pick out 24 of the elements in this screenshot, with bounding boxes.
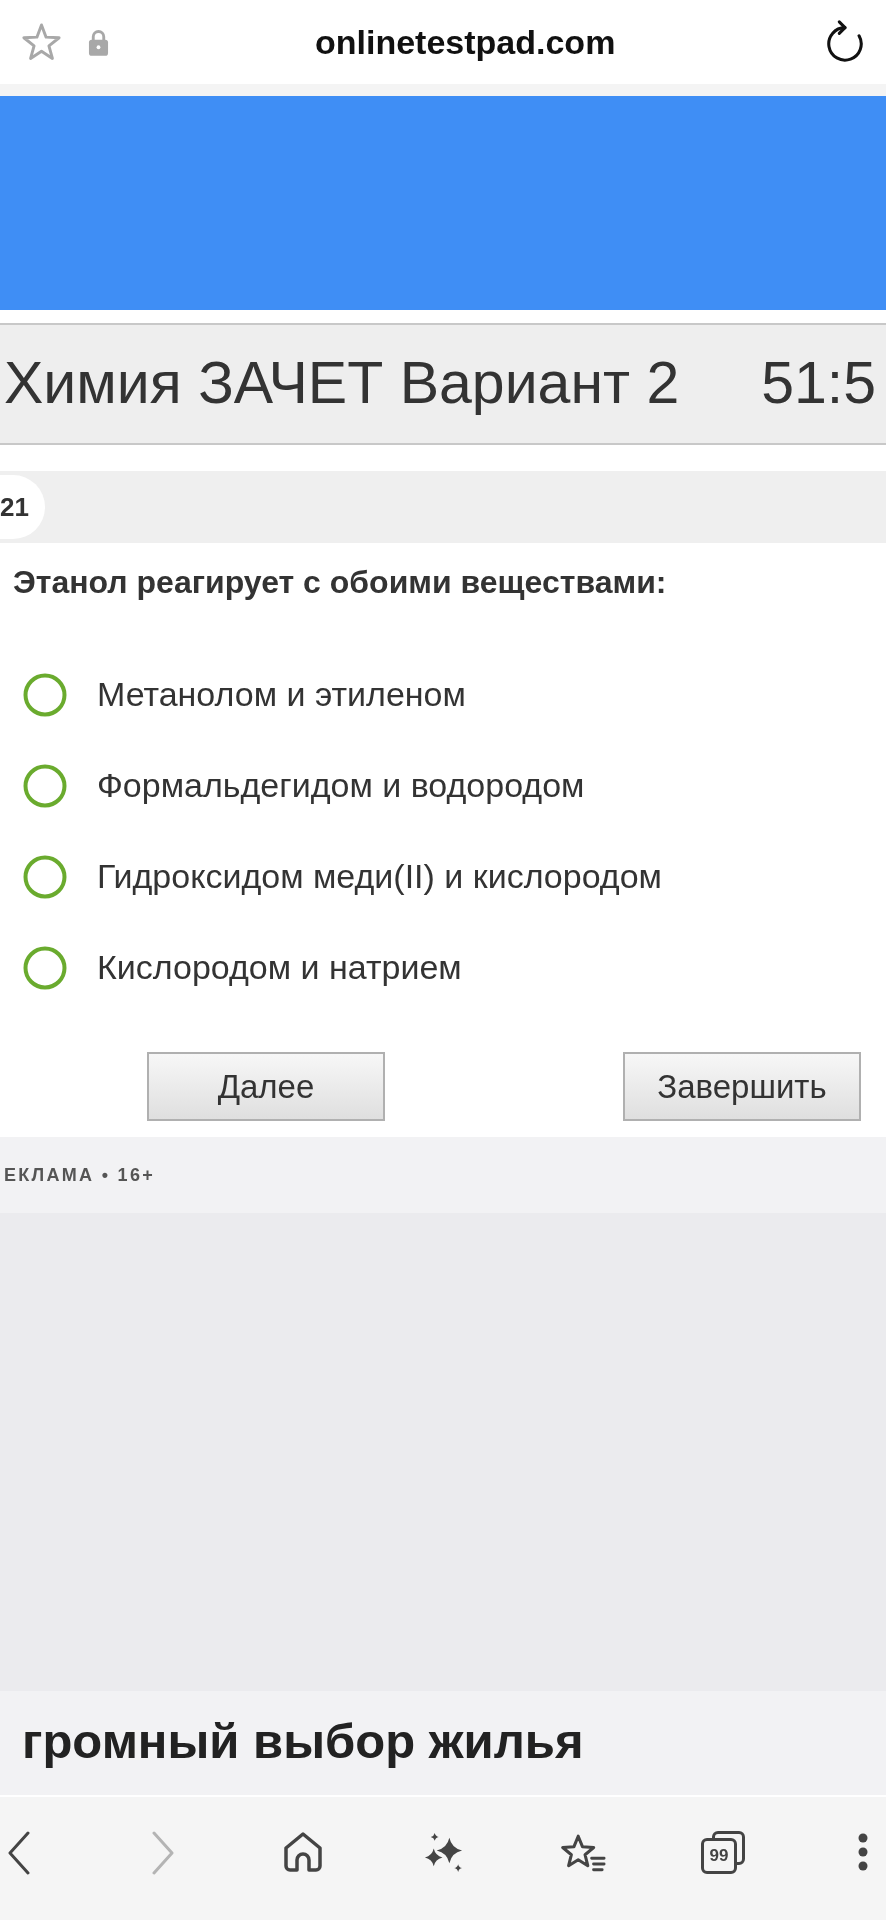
radio-button[interactable] — [23, 763, 67, 808]
bookmark-star-icon[interactable] — [20, 22, 63, 62]
question-number: 21 — [0, 475, 45, 539]
radio-button[interactable] — [23, 854, 67, 899]
reload-icon[interactable] — [824, 19, 866, 63]
next-button[interactable]: Далее — [147, 1052, 385, 1121]
ad-heading[interactable]: громный выбор жилья — [22, 1712, 584, 1770]
more-options-icon[interactable] — [857, 1833, 869, 1871]
option-label[interactable]: Кислородом и натрием — [97, 948, 462, 987]
finish-button[interactable]: Завершить — [623, 1052, 861, 1121]
radio-button[interactable] — [23, 945, 67, 990]
option-label[interactable]: Гидроксидом меди(II) и кислородом — [97, 857, 662, 896]
option-label[interactable]: Метанолом и этиленом — [97, 675, 466, 714]
question-text: Этанол реагирует с обоими веществами: — [12, 565, 667, 599]
timer: 51:5 — [761, 350, 876, 418]
home-icon[interactable] — [282, 1831, 324, 1873]
test-title: Химия ЗАЧЕТ Вариант 2 — [4, 350, 680, 418]
lock-icon — [88, 27, 109, 57]
sparkle-icon[interactable] — [422, 1831, 464, 1874]
option-label[interactable]: Формальдегидом и водородом — [97, 766, 585, 805]
ad-label: ЕКЛАМА • 16+ — [4, 1164, 156, 1186]
back-icon[interactable] — [7, 1831, 31, 1875]
radio-button[interactable] — [23, 672, 67, 717]
url-text[interactable]: onlinetestpad.com — [315, 22, 616, 62]
